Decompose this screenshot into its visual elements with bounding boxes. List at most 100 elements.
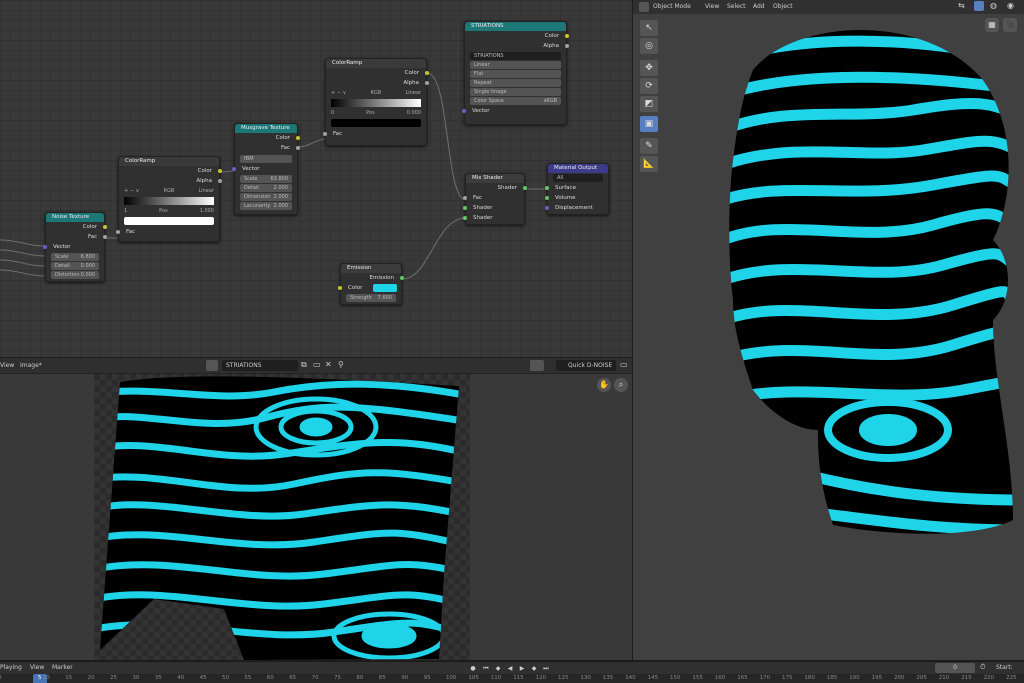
play-reverse-icon[interactable]: ◀ [505,664,515,674]
remove-stop-button[interactable]: − [337,90,341,96]
ruler-tick-label: 10 [42,675,50,681]
ramp-controls[interactable]: + − ∨ RGB Linear [331,89,421,97]
quick-denoise-button[interactable]: Quick D-NOISE [556,360,616,371]
input-volume[interactable]: Volume [545,193,608,203]
input-displacement[interactable]: Displacement [545,203,608,213]
menu-marker[interactable]: Marker [52,664,73,671]
input-fac[interactable]: Fac [463,193,524,203]
output-color[interactable]: Color [235,133,300,143]
menu-view[interactable]: View [30,664,44,671]
colorramp-node-2[interactable]: ColorRamp Color Alpha + − ∨ RGB Linear 0… [323,58,429,146]
3d-viewport[interactable]: Object Mode View Select Add Object ⇆ ◍ ◉… [633,0,1024,660]
distortion-field[interactable]: Distortion 0.000 [51,271,99,279]
strength-field[interactable]: Strength 7.600 [346,294,396,302]
output-color[interactable]: Color [326,68,429,78]
image-editor[interactable]: ✋ ⌕ [0,374,632,660]
zoom-icon[interactable]: ⌕ [614,378,628,392]
color-ramp-gradient[interactable] [331,99,421,107]
output-color[interactable]: Color [465,31,569,41]
pan-icon[interactable]: ✋ [597,378,611,392]
menu-image[interactable]: Image* [20,362,42,369]
projection-select[interactable]: Flat [470,70,561,78]
image-name-field[interactable]: STRIATIONS [222,360,298,371]
new-image-icon[interactable]: ▭ [313,360,321,369]
colorspace-select[interactable]: Color Space sRGB [470,97,561,105]
fullscreen-icon[interactable]: ▭ [620,360,628,369]
detail-field[interactable]: Detail 0.000 [51,262,99,270]
extension-select[interactable]: Repeat [470,79,561,87]
output-color[interactable]: Color [46,222,107,232]
output-alpha[interactable]: Alpha [119,176,222,186]
add-stop-button[interactable]: + [124,188,128,194]
input-surface[interactable]: Surface [545,183,608,193]
mix-shader-node[interactable]: Mix Shader Shader Fac Shader Shader [463,173,527,225]
input-shader-1[interactable]: Shader [463,203,524,213]
jump-end-icon[interactable]: ⏭ [541,664,551,674]
input-color[interactable]: Color [338,283,401,293]
interpolation[interactable]: Linear [405,89,421,97]
color-mode[interactable]: RGB [163,187,174,195]
stop-color-swatch[interactable] [124,217,214,225]
render-icon[interactable] [530,360,544,371]
color-mode[interactable]: RGB [370,89,381,97]
input-fac[interactable]: Fac [323,129,426,139]
output-shader[interactable]: Shader [466,183,527,193]
image-browse-icon[interactable] [206,360,218,371]
musgrave-texture-node[interactable]: Musgrave Texture Color Fac fBM Vector Sc… [232,123,300,215]
pin-icon[interactable]: ⚲ [338,360,344,369]
clock-icon[interactable]: ⏱ [980,663,985,672]
scale-field[interactable]: Scale 6.800 [51,253,99,261]
record-icon[interactable]: ● [468,664,478,674]
lacunarity-field[interactable]: Lacunarity 2.000 [240,202,292,210]
ramp-menu-button[interactable]: ∨ [343,90,347,96]
menu-playback[interactable]: Playing [0,664,22,671]
image-texture-node[interactable]: STRIATIONS Color Alpha STRIATIONS Linear… [462,21,569,125]
copy-icon[interactable]: ⧉ [301,360,307,370]
remove-stop-button[interactable]: − [130,188,134,194]
noise-texture-node[interactable]: Noise Texture Color Fac Vector Scale 6.80… [43,212,107,282]
output-color[interactable]: Color [119,166,222,176]
emission-node[interactable]: Emission Emission Color Strength 7.600 [338,263,404,305]
musgrave-type-select[interactable]: fBM [240,155,292,163]
node-editor[interactable]: Noise Texture Color Fac Vector Scale 6.80… [0,0,632,357]
next-keyframe-icon[interactable]: ◆ [529,664,539,674]
input-vector[interactable]: Vector [43,242,104,252]
close-icon[interactable]: ✕ [325,360,332,369]
jump-start-icon[interactable]: ⏮ [481,664,491,674]
interpolation[interactable]: Linear [198,187,214,195]
stop-color-swatch[interactable] [331,119,421,127]
output-fac[interactable]: Fac [235,143,300,153]
input-shader-2[interactable]: Shader [463,213,524,223]
current-frame-field[interactable]: 0 [935,663,975,673]
frame-ruler[interactable]: 0 510 15 20 25 30 35 40 45 50 55 60 65 70 75 80 85 90 95 10… [0,674,1024,683]
input-vector[interactable]: Vector [232,164,297,174]
input-fac[interactable]: Fac [116,227,219,237]
ramp-controls[interactable]: + − ∨ RGB Linear [124,187,214,195]
material-output-node[interactable]: Material Output All Surface Volume Displ… [545,163,609,215]
prev-keyframe-icon[interactable]: ◆ [493,664,503,674]
stop-position[interactable]: 0 Pos 0.000 [331,109,421,117]
output-fac[interactable]: Fac [46,232,107,242]
play-icon[interactable]: ▶ [517,664,527,674]
input-vector[interactable]: Vector [462,106,566,116]
menu-view[interactable]: View [0,362,14,369]
color-ramp-gradient[interactable] [124,197,214,205]
output-alpha[interactable]: Alpha [326,78,429,88]
detail-field[interactable]: Detail 2.000 [240,184,292,192]
output-alpha[interactable]: Alpha [465,41,569,51]
output-emission[interactable]: Emission [341,273,404,283]
timeline[interactable]: Playing View Marker ● ⏮ ◆ ◀ ▶ ◆ ⏭ 0 ⏱ St… [0,661,1024,683]
add-stop-button[interactable]: + [331,90,335,96]
colorramp-node-1[interactable]: ColorRamp Color Alpha + − ∨ RGB Linear 1… [116,156,222,242]
image-datablock[interactable]: STRIATIONS [470,52,561,60]
target-select[interactable]: All [553,174,603,182]
source-select[interactable]: Single Image [470,88,561,96]
stop-position[interactable]: 1 Pos 1.000 [124,207,214,215]
image-canvas[interactable] [94,374,470,660]
emission-color-swatch[interactable] [373,284,397,292]
interpolation-select[interactable]: Linear [470,61,561,69]
ramp-menu-button[interactable]: ∨ [136,188,140,194]
node-header: Musgrave Texture [235,124,297,133]
dimension-field[interactable]: Dimension 2.000 [240,193,292,201]
scale-field[interactable]: Scale 63.800 [240,175,292,183]
